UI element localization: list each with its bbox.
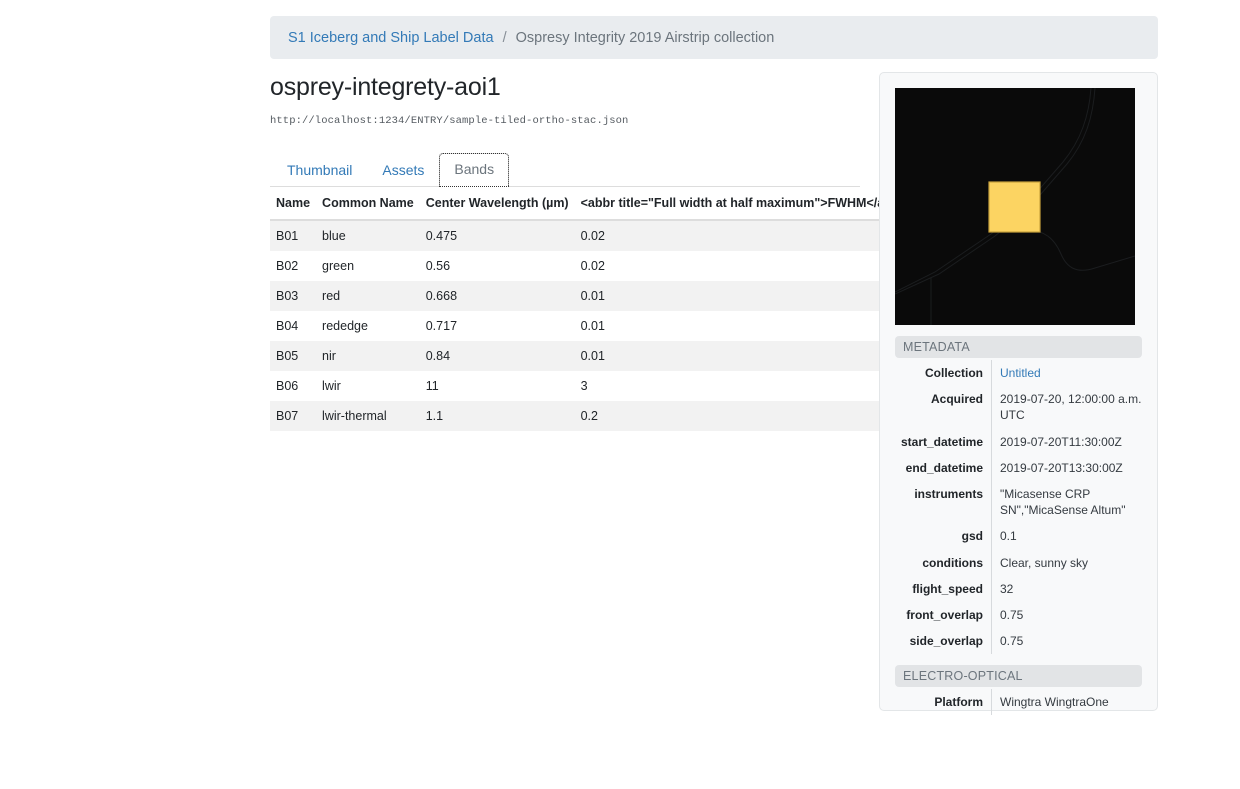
metadata-row: side_overlap0.75 (895, 628, 1142, 654)
map-thumbnail[interactable] (895, 88, 1135, 325)
metadata-row: flight_speed32 (895, 576, 1142, 602)
metadata-row: conditionsClear, sunny sky (895, 550, 1142, 576)
metadata-table-body: Collection Untitled Acquired2019-07-20, 12… (895, 360, 1142, 654)
band-cell-name: B05 (270, 341, 316, 371)
eo-section-header: ELECTRO-OPTICAL (895, 665, 1142, 687)
detail-side-card: METADATA CollectionUntitledAcquired2019-… (879, 72, 1158, 711)
aoi-bounding-box (989, 182, 1040, 232)
table-row: B04rededge0.7170.01 (270, 311, 948, 341)
band-cell-common-name: nir (316, 341, 420, 371)
band-cell-name: B06 (270, 371, 316, 401)
band-cell-name: B07 (270, 401, 316, 431)
map-thumbnail-canvas (895, 88, 1135, 325)
band-cell-center-wavelength: 0.475 (420, 220, 575, 251)
metadata-label: side_overlap (895, 628, 992, 654)
band-cell-center-wavelength: 0.56 (420, 251, 575, 281)
bands-col-header-0: Name (270, 187, 316, 220)
tab-thumbnail[interactable]: Thumbnail (272, 154, 367, 187)
table-row: B02green0.560.02 (270, 251, 948, 281)
breadcrumb-root-link[interactable]: S1 Iceberg and Ship Label Data (288, 30, 494, 46)
tab-assets[interactable]: Assets (367, 154, 439, 187)
bands-col-header-2: Center Wavelength (µm) (420, 187, 575, 220)
band-cell-common-name: red (316, 281, 420, 311)
metadata-value: "Micasense CRP SN","MicaSense Altum" (992, 481, 1143, 523)
metadata-row: Collection Untitled (895, 360, 1142, 386)
band-cell-name: B01 (270, 220, 316, 251)
metadata-row: Acquired2019-07-20, 12:00:00 a.m. UTC (895, 386, 1142, 428)
metadata-label: conditions (895, 550, 992, 576)
metadata-row: end_datetime2019-07-20T13:30:00Z (895, 455, 1142, 481)
metadata-label: instruments (895, 481, 992, 523)
metadata-value-link[interactable]: Untitled (1000, 366, 1041, 380)
metadata-value: 2019-07-20, 12:00:00 a.m. UTC (992, 386, 1143, 428)
table-row: B05nir0.840.01 (270, 341, 948, 371)
band-cell-center-wavelength: 0.717 (420, 311, 575, 341)
band-cell-name: B04 (270, 311, 316, 341)
metadata-value: 0.75 (992, 602, 1143, 628)
metadata-value: 32 (992, 576, 1143, 602)
metadata-label: Acquired (895, 386, 992, 428)
metadata-table: Collection Untitled Acquired2019-07-20, 12… (895, 360, 1142, 654)
bands-table-body: B01blue0.4750.02B02green0.560.02B03red0.… (270, 220, 948, 431)
bands-table: NameCommon NameCenter Wavelength (µm)<ab… (270, 187, 948, 431)
breadcrumb-current: Ospresy Integrity 2019 Airstrip collecti… (516, 30, 775, 46)
metadata-row: gsd0.1 (895, 523, 1142, 549)
band-cell-common-name: rededge (316, 311, 420, 341)
breadcrumb-separator: / (503, 30, 507, 46)
bands-table-header-row: NameCommon NameCenter Wavelength (µm)<ab… (270, 187, 948, 220)
band-cell-center-wavelength: 1.1 (420, 401, 575, 431)
metadata-row: instruments"Micasense CRP SN","MicaSense… (895, 481, 1142, 523)
entry-url: http://localhost:1234/ENTRY/sample-tiled… (270, 115, 860, 127)
band-cell-common-name: blue (316, 220, 420, 251)
tab-bands[interactable]: Bands (439, 153, 509, 187)
metadata-value: 0.1 (992, 523, 1143, 549)
band-cell-name: B02 (270, 251, 316, 281)
metadata-row: PlatformWingtra WingtraOne (895, 689, 1142, 715)
metadata-label: start_datetime (895, 429, 992, 455)
metadata-value: 2019-07-20T11:30:00Z (992, 429, 1143, 455)
band-cell-center-wavelength: 0.84 (420, 341, 575, 371)
band-cell-common-name: lwir-thermal (316, 401, 420, 431)
page-title: osprey-integrety-aoi1 (270, 72, 860, 103)
metadata-label: gsd (895, 523, 992, 549)
band-cell-common-name: green (316, 251, 420, 281)
table-row: B01blue0.4750.02 (270, 220, 948, 251)
metadata-row: front_overlap0.75 (895, 602, 1142, 628)
metadata-value: Wingtra WingtraOne (992, 689, 1143, 715)
metadata-row: start_datetime2019-07-20T11:30:00Z (895, 429, 1142, 455)
metadata-label: Collection (895, 360, 992, 386)
metadata-section-header: METADATA (895, 336, 1142, 358)
main-content: osprey-integrety-aoi1 http://localhost:1… (270, 72, 860, 431)
band-cell-center-wavelength: 11 (420, 371, 575, 401)
table-row: B07lwir-thermal1.10.2 (270, 401, 948, 431)
breadcrumb: S1 Iceberg and Ship Label Data / Ospresy… (270, 16, 1158, 59)
tab-bar: ThumbnailAssetsBands (270, 153, 860, 187)
bands-table-head: NameCommon NameCenter Wavelength (µm)<ab… (270, 187, 948, 220)
metadata-value: Clear, sunny sky (992, 550, 1143, 576)
table-row: B06lwir113 (270, 371, 948, 401)
metadata-label: Platform (895, 689, 992, 715)
table-row: B03red0.6680.01 (270, 281, 948, 311)
band-cell-common-name: lwir (316, 371, 420, 401)
metadata-value: 2019-07-20T13:30:00Z (992, 455, 1143, 481)
band-cell-name: B03 (270, 281, 316, 311)
band-cell-center-wavelength: 0.668 (420, 281, 575, 311)
metadata-value[interactable]: Untitled (992, 360, 1143, 386)
eo-table-body: PlatformWingtra WingtraOne (895, 689, 1142, 715)
eo-table: PlatformWingtra WingtraOne (895, 689, 1142, 715)
metadata-label: front_overlap (895, 602, 992, 628)
page-root: S1 Iceberg and Ship Label Data / Ospresy… (0, 0, 1240, 789)
bands-col-header-1: Common Name (316, 187, 420, 220)
metadata-label: flight_speed (895, 576, 992, 602)
metadata-label: end_datetime (895, 455, 992, 481)
metadata-value: 0.75 (992, 628, 1143, 654)
